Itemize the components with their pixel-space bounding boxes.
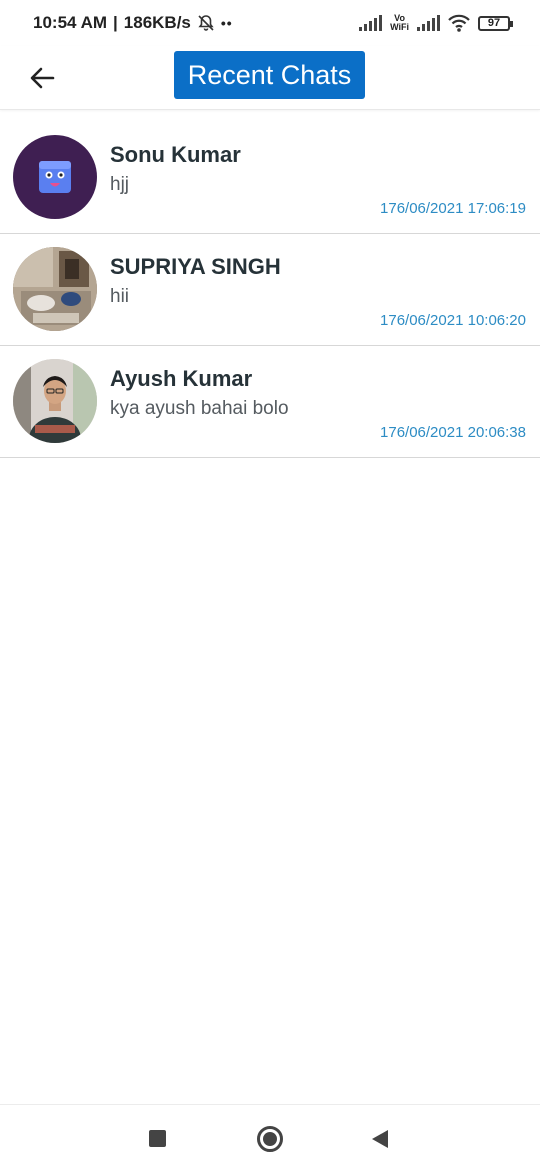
chat-timestamp: 176/06/2021 20:06:38 (380, 424, 526, 441)
back-button[interactable] (24, 60, 60, 96)
triangle-back-icon[interactable] (372, 1130, 388, 1148)
status-speed: 186KB/s (123, 13, 191, 32)
avatar (13, 359, 97, 443)
avatar (13, 135, 97, 219)
system-nav-bar (0, 1104, 540, 1170)
status-divider: | (113, 13, 118, 32)
person-avatar-icon (13, 359, 97, 443)
avatar (13, 247, 97, 331)
vowifi-bottom: WiFi (390, 22, 409, 32)
vowifi-icon: Vo WiFi (390, 14, 409, 32)
chat-timestamp: 176/06/2021 17:06:19 (380, 200, 526, 217)
chat-timestamp: 176/06/2021 10:06:20 (380, 312, 526, 329)
status-bar: 10:54 AM | 186KB/s •• Vo WiFi 97 (0, 0, 540, 46)
chat-list: Sonu Kumar hjj 176/06/2021 17:06:19 SUPR… (0, 122, 540, 458)
chat-name: Ayush Kumar (110, 366, 253, 391)
screen: 10:54 AM | 186KB/s •• Vo WiFi 97 Recent … (0, 0, 540, 1170)
battery-icon: 97 (478, 15, 513, 31)
chat-row[interactable]: Sonu Kumar hjj 176/06/2021 17:06:19 (0, 122, 540, 234)
chat-name: SUPRIYA SINGH (110, 254, 281, 279)
square-icon[interactable] (149, 1130, 166, 1147)
emoji-avatar-icon (39, 161, 71, 193)
circle-icon[interactable] (257, 1126, 283, 1152)
battery-level: 97 (487, 16, 501, 29)
arrow-left-icon (30, 67, 55, 89)
chat-row[interactable]: Ayush Kumar kya ayush bahai bolo 176/06/… (0, 346, 540, 458)
chat-row[interactable]: SUPRIYA SINGH hii 176/06/2021 10:06:20 (0, 234, 540, 346)
status-time: 10:54 AM (33, 13, 108, 32)
home-inner-dot (263, 1132, 277, 1146)
signal-1-icon (359, 15, 383, 31)
status-right: Vo WiFi 97 (359, 14, 513, 32)
more-dots-icon: •• (220, 15, 233, 31)
chat-message: kya ayush bahai bolo (110, 398, 289, 419)
page-title[interactable]: Recent Chats (174, 51, 365, 99)
photo-avatar-icon (13, 247, 97, 331)
wifi-icon (448, 14, 470, 32)
chat-message: hii (110, 286, 130, 307)
muted-bell-icon (198, 15, 214, 31)
chat-name: Sonu Kumar (110, 142, 241, 167)
status-left: 10:54 AM | 186KB/s •• (33, 13, 233, 33)
signal-2-icon (417, 15, 440, 31)
chat-message: hjj (110, 174, 130, 195)
app-bar: Recent Chats (0, 46, 540, 110)
